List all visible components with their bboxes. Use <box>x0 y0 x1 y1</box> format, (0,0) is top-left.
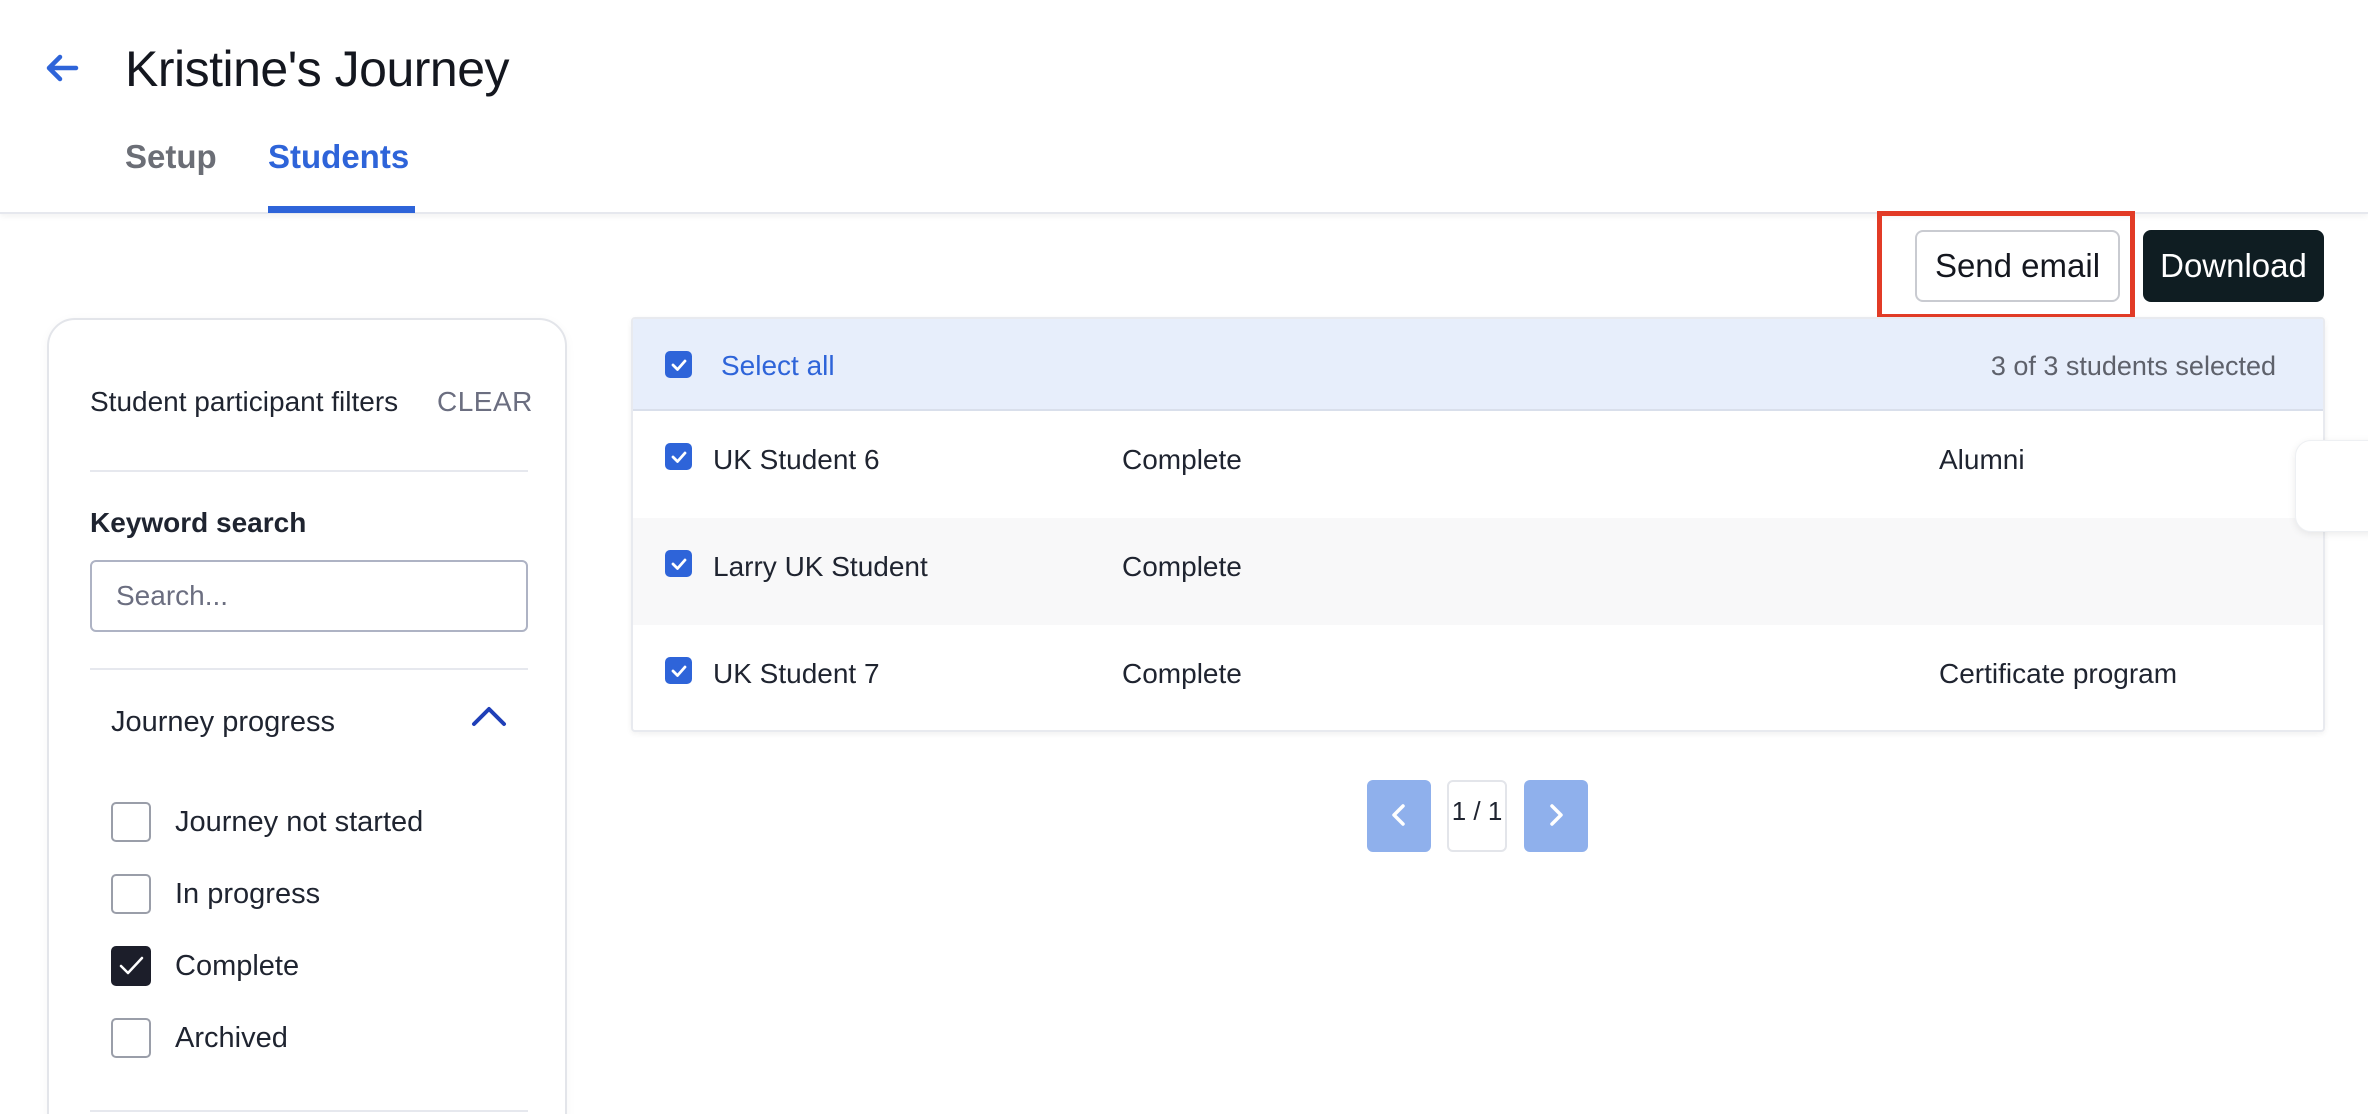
checkmark-icon <box>671 451 686 463</box>
student-name[interactable]: UK Student 6 <box>713 444 880 476</box>
student-status: Complete <box>1122 551 1242 582</box>
chevron-right-icon <box>1545 802 1567 831</box>
filter-option-in-progress[interactable]: In progress <box>111 873 320 915</box>
filter-option-complete[interactable]: Complete <box>111 945 299 987</box>
send-email-button[interactable]: Send email <box>1915 230 2120 302</box>
row-checkbox[interactable] <box>665 657 692 684</box>
divider <box>90 470 528 472</box>
filter-option-label: In progress <box>175 877 321 910</box>
side-drawer-tab[interactable] <box>2295 440 2368 532</box>
next-page-button[interactable] <box>1524 780 1588 852</box>
journey-progress-label: Journey progress <box>111 706 336 738</box>
page-title: Kristine's Journey <box>125 41 510 97</box>
active-tab-indicator <box>268 206 415 213</box>
page-indicator: 1 / 1 <box>1447 780 1507 852</box>
chevron-left-icon <box>1388 802 1410 831</box>
download-button[interactable]: Download <box>2143 230 2324 302</box>
student-name[interactable]: Larry UK Student <box>713 551 928 583</box>
checkmark-icon <box>671 359 686 371</box>
student-name[interactable]: UK Student 7 <box>713 658 880 690</box>
checkbox[interactable] <box>111 802 151 842</box>
keyword-search-label: Keyword search <box>90 507 307 538</box>
filter-option-label: Complete <box>175 949 300 982</box>
table-header: Select all 3 of 3 students selected <box>633 319 2323 411</box>
student-status: Complete <box>1122 658 1242 689</box>
student-program: Certificate program <box>1939 658 2178 689</box>
checkbox[interactable] <box>111 874 151 914</box>
checkmark-icon <box>671 558 686 570</box>
checkmark-icon <box>671 665 686 677</box>
divider <box>90 1110 528 1112</box>
selected-count: 3 of 3 students selected <box>1990 351 2276 381</box>
journey-students-page: Kristine's Journey Setup Students Send e… <box>0 0 2368 1114</box>
filter-option-archived[interactable]: Archived <box>111 1017 288 1059</box>
row-checkbox[interactable] <box>665 443 692 470</box>
filter-option-label: Archived <box>175 1021 288 1054</box>
checkmark-icon <box>119 956 144 975</box>
checkbox[interactable] <box>111 1018 151 1058</box>
page-header: Kristine's Journey Setup Students <box>0 0 2368 214</box>
table-row[interactable]: UK Student 6 Complete Alumni <box>633 411 2323 518</box>
tab-students[interactable]: Students <box>268 138 409 176</box>
table-row[interactable]: UK Student 7 Complete Certificate progra… <box>633 625 2323 730</box>
previous-page-button[interactable] <box>1367 780 1431 852</box>
student-status: Complete <box>1122 444 1242 475</box>
divider <box>90 668 528 670</box>
filters-panel: Student participant filters CLEAR Keywor… <box>47 318 567 1114</box>
clear-filters-button[interactable]: CLEAR <box>437 386 533 418</box>
row-checkbox[interactable] <box>665 550 692 577</box>
students-table: Select all 3 of 3 students selected UK S… <box>631 317 2325 732</box>
checkbox-checked[interactable] <box>111 946 151 986</box>
search-input[interactable] <box>90 560 528 632</box>
back-button[interactable] <box>38 46 86 94</box>
select-all-checkbox[interactable] <box>665 351 692 378</box>
tab-setup[interactable]: Setup <box>125 138 217 176</box>
arrow-left-icon <box>42 48 82 93</box>
table-row[interactable]: Larry UK Student Complete <box>633 518 2323 625</box>
select-all-label[interactable]: Select all <box>721 350 835 382</box>
student-program: Alumni <box>1939 444 2025 475</box>
filter-option-label: Journey not started <box>175 805 424 838</box>
collapse-journey-progress-button[interactable] <box>467 698 511 738</box>
filter-option-journey-not-started[interactable]: Journey not started <box>111 801 423 843</box>
filters-title: Student participant filters <box>90 386 399 417</box>
chevron-up-icon <box>471 704 507 733</box>
